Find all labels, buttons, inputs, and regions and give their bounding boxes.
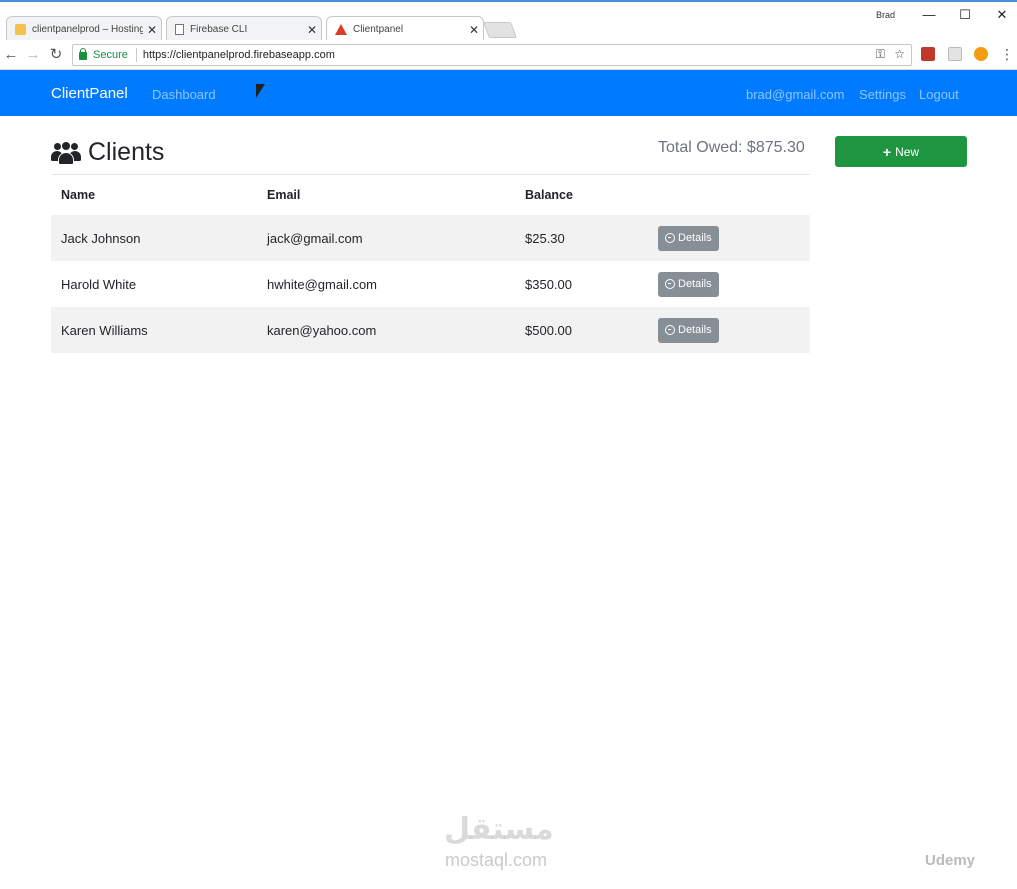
client-email: hwhite@gmail.com — [267, 276, 378, 292]
plus-icon: + — [882, 143, 892, 160]
client-balance: $25.30 — [515, 215, 648, 261]
page-title-text: Clients — [88, 138, 165, 166]
udemy-watermark: Udemy — [925, 852, 976, 869]
brand-link[interactable]: ClientPanel — [51, 85, 128, 102]
nav-link-dashboard[interactable]: Dashboard — [152, 87, 216, 102]
client-name: Karen Williams — [51, 307, 257, 353]
client-email: karen@yahoo.com — [257, 307, 515, 353]
table-row: Harold White hwhite@gmail.com $350.00 De… — [51, 261, 810, 307]
table-header-row: Name Email Balance — [51, 175, 810, 215]
mouse-cursor-icon — [256, 84, 265, 98]
column-header-email: Email — [267, 188, 301, 202]
nav-link-logout[interactable]: Logout — [919, 87, 959, 102]
window-close-icon[interactable]: ✕ — [987, 6, 1017, 24]
browser-tab-clientpanel[interactable]: Clientpanel ✕ — [326, 16, 484, 42]
divider — [135, 48, 137, 62]
clients-table: Name Email Balance Jack Johnson jack@gma… — [51, 175, 810, 353]
new-tab-button[interactable] — [483, 22, 517, 38]
details-label: Details — [678, 278, 712, 290]
client-name: Jack Johnson — [51, 215, 257, 261]
folder-icon — [15, 24, 26, 35]
tab-title: Clientpanel — [353, 24, 404, 35]
tab-title: Firebase CLI — [190, 24, 248, 35]
client-email: jack@gmail.com — [257, 215, 515, 261]
nav-link-settings[interactable]: Settings — [859, 87, 906, 102]
client-balance: $500.00 — [515, 307, 648, 353]
page-title: Clients — [51, 138, 164, 167]
maximize-icon[interactable]: ☐ — [950, 6, 980, 24]
browser-tab-hosting[interactable]: clientpanelprod – Hosting ✕ — [6, 16, 162, 42]
column-header-name: Name — [61, 188, 96, 202]
column-header-actions — [648, 175, 810, 215]
url-text[interactable]: https://clientpanelprod.firebaseapp.com — [143, 49, 335, 61]
table-row: Jack Johnson jack@gmail.com $25.30 Detai… — [51, 215, 810, 261]
details-button[interactable]: Details — [658, 225, 719, 251]
total-owed: Total Owed: $875.30 — [658, 139, 805, 156]
omnibox-actions: ⚿ ☆ — [876, 47, 905, 62]
arrow-circle-right-icon — [665, 233, 675, 243]
minimize-icon[interactable]: — — [914, 6, 944, 24]
new-client-button[interactable]: + New — [835, 136, 967, 167]
client-balance: $350.00 — [525, 276, 572, 292]
star-icon[interactable]: ☆ — [894, 47, 905, 61]
details-button[interactable]: Details — [658, 317, 719, 343]
arrow-circle-right-icon — [665, 325, 675, 335]
key-icon[interactable]: ⚿ — [876, 47, 885, 61]
details-label: Details — [678, 324, 712, 336]
extension-icon[interactable] — [948, 47, 962, 61]
users-icon — [51, 140, 81, 166]
details-label: Details — [678, 232, 712, 244]
mostaql-watermark-logo: مستقل — [444, 812, 554, 847]
reload-icon[interactable]: ↻ — [47, 45, 65, 65]
details-button[interactable]: Details — [658, 271, 719, 297]
secure-label: Secure — [93, 49, 128, 61]
new-button-label: New — [895, 144, 920, 159]
lock-icon — [79, 48, 87, 60]
arrow-circle-right-icon — [665, 279, 675, 289]
close-icon[interactable]: ✕ — [465, 23, 483, 37]
close-icon[interactable]: ✕ — [143, 23, 161, 37]
extension-icon[interactable] — [921, 47, 935, 61]
browser-toolbar: ← → ↻ Secure https://clientpanelprod.fir… — [0, 40, 1017, 70]
column-header-balance: Balance — [525, 188, 573, 202]
browser-menu-icon[interactable]: ⋮ — [1000, 46, 1014, 62]
browser-tab-firebase-cli[interactable]: Firebase CLI ✕ — [166, 16, 322, 42]
forward-arrow-icon[interactable]: → — [24, 45, 42, 65]
angular-icon — [335, 24, 347, 35]
tab-title: clientpanelprod – Hosting — [32, 24, 143, 35]
window-profile-name[interactable]: Brad — [876, 10, 895, 20]
address-bar[interactable]: Secure https://clientpanelprod.firebasea… — [72, 44, 912, 66]
browser-titlebar: clientpanelprod – Hosting ✕ Firebase CLI… — [0, 0, 1017, 42]
client-name: Harold White — [61, 276, 137, 292]
mostaql-watermark-text: mostaql.com — [445, 850, 548, 870]
document-icon — [175, 24, 184, 35]
back-arrow-icon[interactable]: ← — [2, 45, 20, 65]
nav-link-email[interactable]: brad@gmail.com — [746, 87, 844, 102]
close-icon[interactable]: ✕ — [303, 23, 321, 37]
app-navbar: ClientPanel Dashboard brad@gmail.com Set… — [0, 70, 1017, 116]
table-row: Karen Williams karen@yahoo.com $500.00 D… — [51, 307, 810, 353]
extension-icon[interactable] — [974, 47, 988, 61]
